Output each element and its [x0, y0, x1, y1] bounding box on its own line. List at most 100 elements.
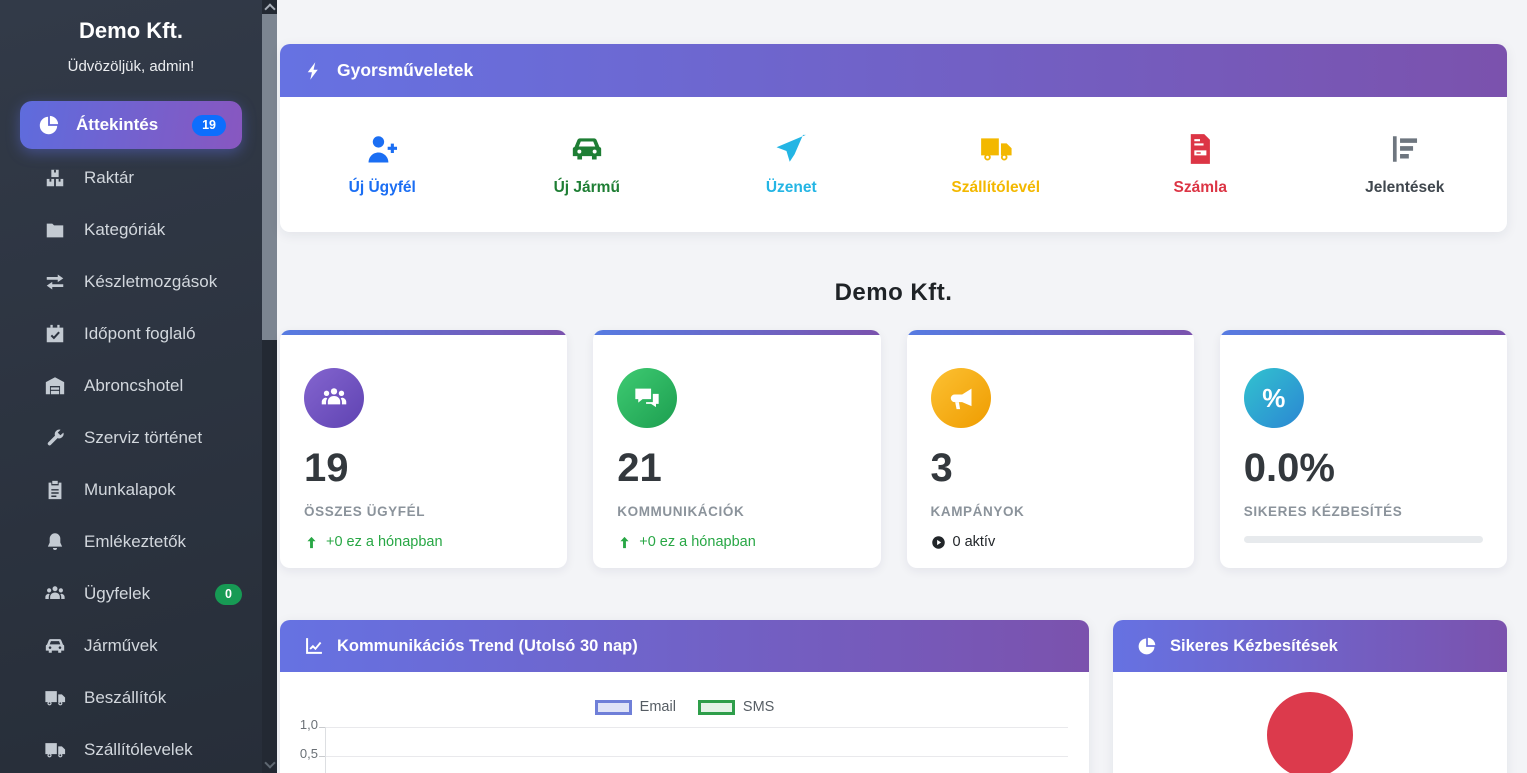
- paper-plane-icon: [772, 132, 810, 166]
- lightning-icon: [304, 61, 324, 81]
- warehouse-icon: [44, 375, 66, 397]
- quick-action-label: Új Ügyfél: [349, 179, 416, 197]
- sidebar-item-label: Időpont foglaló: [84, 324, 196, 344]
- clipboard-icon: [44, 479, 66, 501]
- users-icon: [320, 384, 348, 412]
- comments-icon: [617, 368, 677, 428]
- stat-card-osszes-ugyfel: 19 ÖSSZES ÜGYFÉL +0 ez a hónapban: [280, 330, 567, 568]
- play-circle-icon: [931, 535, 946, 550]
- stat-value: 3: [931, 448, 1170, 488]
- quick-action-uj-jarmu[interactable]: Új Jármű: [485, 132, 690, 197]
- car-icon: [568, 132, 606, 166]
- stat-label: KOMMUNIKÁCIÓK: [617, 504, 856, 519]
- sidebar-item-label: Szállítólevelek: [84, 740, 193, 760]
- sidebar-item-raktar[interactable]: Raktár: [0, 152, 262, 204]
- arrow-up-icon: [304, 535, 319, 550]
- quick-actions-panel: Gyorsműveletek Új Ügyfél Új Jármű Üzenet Sz…: [280, 44, 1507, 232]
- megaphone-icon: [931, 368, 991, 428]
- sidebar-item-szallitolevelek[interactable]: Szállítólevelek: [0, 724, 262, 773]
- bell-icon: [44, 531, 66, 553]
- users-icon: [44, 583, 66, 605]
- wrench-icon: [44, 427, 66, 449]
- sidebar-item-abroncshotel[interactable]: Abroncshotel: [0, 360, 262, 412]
- quick-action-uj-ugyfel[interactable]: Új Ügyfél: [280, 132, 485, 197]
- chart-line-icon: [304, 636, 324, 656]
- quick-action-szamla[interactable]: Számla: [1098, 132, 1303, 197]
- exchange-arrows-icon: [44, 271, 66, 293]
- deliveries-panel-header: Sikeres Kézbesítések: [1113, 620, 1507, 672]
- y-axis-line: [325, 727, 326, 773]
- quick-action-label: Számla: [1174, 179, 1227, 197]
- stat-card-sikeres-kezbesites: %0.0%SIKERES KÉZBESÍTÉS: [1220, 330, 1507, 568]
- sidebar-item-munkalapok[interactable]: Munkalapok: [0, 464, 262, 516]
- truck-icon: [977, 132, 1015, 166]
- legend-item-email[interactable]: Email: [595, 699, 676, 715]
- sidebar-item-idopont-foglalo[interactable]: Időpont foglaló: [0, 308, 262, 360]
- legend-label: Email: [640, 699, 676, 715]
- sidebar-item-beszallitok[interactable]: Beszállítók: [0, 672, 262, 724]
- sidebar-item-label: Raktár: [84, 168, 134, 188]
- pie-chart-icon: [38, 114, 60, 136]
- arrow-up-icon: [617, 535, 632, 550]
- sidebar-item-label: Munkalapok: [84, 480, 176, 500]
- sidebar-item-label: Ügyfelek: [84, 584, 150, 604]
- boxes-icon: [44, 167, 66, 189]
- sidebar-item-label: Beszállítók: [84, 688, 166, 708]
- scroll-up-icon[interactable]: [264, 3, 275, 14]
- quick-action-szallitolevel[interactable]: Szállítólevél: [894, 132, 1099, 197]
- stat-subtext-label: +0 ez a hónapban: [639, 534, 756, 550]
- sidebar-item-label: Áttekintés: [76, 115, 158, 135]
- dashboard-page: Demo Kft. Üdvözöljük, admin! Áttekintés1…: [0, 0, 1527, 773]
- quick-action-label: Üzenet: [766, 179, 817, 197]
- sidebar-item-label: Kategóriák: [84, 220, 165, 240]
- stat-value: 0.0%: [1244, 448, 1483, 488]
- sidebar-item-kategoriak[interactable]: Kategóriák: [0, 204, 262, 256]
- quick-action-uzenet[interactable]: Üzenet: [689, 132, 894, 197]
- stat-cards: 19ÖSSZES ÜGYFÉL+0 ez a hónapban21KOMMUNI…: [280, 330, 1507, 568]
- quick-actions-title: Gyorsműveletek: [337, 60, 473, 81]
- legend-item-sms[interactable]: SMS: [698, 699, 774, 715]
- sidebar: Demo Kft. Üdvözöljük, admin! Áttekintés1…: [0, 0, 262, 773]
- megaphone-icon: [947, 384, 975, 412]
- quick-actions-header: Gyorsműveletek: [280, 44, 1507, 97]
- sidebar-item-szerviz-tortenet[interactable]: Szerviz történet: [0, 412, 262, 464]
- sidebar-item-label: Emlékeztetők: [84, 532, 186, 552]
- truck-icon: [44, 687, 66, 709]
- stat-label: ÖSSZES ÜGYFÉL: [304, 504, 543, 519]
- truck-icon: [44, 739, 66, 761]
- stat-card-kommunikaciok: 21KOMMUNIKÁCIÓK+0 ez a hónapban: [593, 330, 880, 568]
- count-badge: 0: [215, 584, 242, 605]
- stat-card-kampanyok: 3KAMPÁNYOK0 aktív: [907, 330, 1194, 568]
- sidebar-item-keszletmozgasok[interactable]: Készletmozgások: [0, 256, 262, 308]
- sidebar-item-label: Szerviz történet: [84, 428, 202, 448]
- page-title: Demo Kft.: [280, 279, 1507, 307]
- quick-action-label: Szállítólevél: [951, 179, 1040, 197]
- quick-action-label: Jelentések: [1365, 179, 1444, 197]
- calendar-check-icon: [44, 323, 66, 345]
- deliveries-donut-chart: [1267, 692, 1353, 773]
- sidebar-item-attekintes[interactable]: Áttekintés19: [20, 101, 242, 149]
- pie-chart-icon: [1137, 636, 1157, 656]
- y-tick-05: 0,5: [288, 746, 318, 761]
- sidebar-scrollbar[interactable]: [262, 0, 277, 773]
- trend-chart-area: EmailSMS 1,0 0,5: [280, 672, 1089, 773]
- user-plus-icon: [363, 132, 401, 166]
- percent-icon: %: [1244, 368, 1304, 428]
- stat-value: 19: [304, 448, 543, 488]
- sidebar-item-label: Járművek: [84, 636, 158, 656]
- sidebar-item-label: Abroncshotel: [84, 376, 183, 396]
- stat-subtext-label: +0 ez a hónapban: [326, 534, 443, 550]
- sidebar-item-ugyfelek[interactable]: Ügyfelek 0: [0, 568, 262, 620]
- deliveries-panel: Sikeres Kézbesítések: [1113, 620, 1507, 773]
- stat-subtext: +0 ez a hónapban: [617, 534, 856, 550]
- gridline: [325, 727, 1068, 728]
- car-icon: [44, 635, 66, 657]
- folder-icon: [44, 219, 66, 241]
- scrollbar-thumb[interactable]: [262, 14, 277, 340]
- delivery-progress-bar: [1244, 536, 1483, 543]
- sidebar-item-emlekeztetok[interactable]: Emlékeztetők: [0, 516, 262, 568]
- scroll-down-icon[interactable]: [264, 757, 275, 768]
- quick-action-jelentesek[interactable]: Jelentések: [1303, 132, 1508, 197]
- sidebar-item-jarmuvek[interactable]: Járművek: [0, 620, 262, 672]
- trend-legend: Email SMS: [280, 699, 1089, 715]
